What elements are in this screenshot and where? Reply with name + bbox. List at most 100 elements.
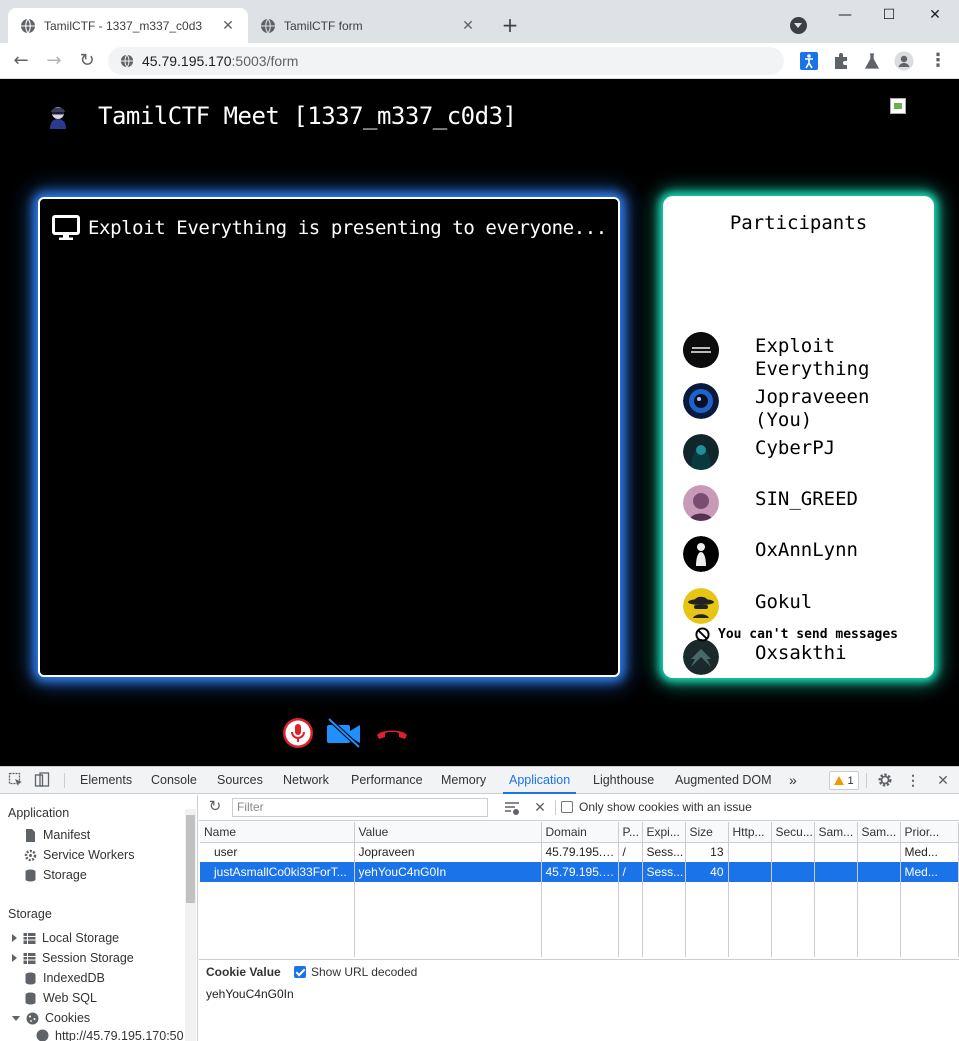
sidebar-item-indexeddb[interactable]: IndexedDB (24, 971, 105, 985)
sidebar-item-local-storage[interactable]: Local Storage (12, 931, 119, 945)
cookie-secure[interactable] (771, 842, 815, 862)
cookie-httponly[interactable] (728, 862, 772, 882)
tab-memory[interactable]: Memory (441, 767, 486, 794)
cookie-value[interactable]: Jopraveen (354, 842, 542, 862)
cookie-sameparty[interactable] (857, 842, 901, 862)
column-header-secure[interactable]: Secu... (771, 822, 815, 843)
clear-filtered-icon[interactable] (504, 800, 520, 816)
table-row[interactable]: user Jopraveen 45.79.195.1... / Sess... … (200, 842, 959, 862)
more-tabs-icon[interactable]: » (789, 767, 797, 794)
hang-up-icon[interactable] (374, 717, 410, 749)
column-header-name[interactable]: Name (200, 822, 355, 843)
expand-arrow-icon[interactable] (12, 954, 17, 962)
back-icon[interactable]: ← (9, 49, 33, 73)
cookie-value[interactable]: yehYouC4nG0In (354, 862, 542, 882)
show-url-decoded-toggle[interactable]: Show URL decoded (294, 965, 417, 979)
address-bar[interactable]: 45.79.195.170:5003/form (108, 47, 784, 75)
device-toolbar-icon[interactable] (34, 772, 50, 788)
clear-all-icon[interactable]: ✕ (532, 799, 548, 815)
microphone-icon[interactable] (282, 717, 314, 749)
browser-tab-inactive[interactable]: TamilCTF form ✕ (248, 8, 488, 43)
database-icon (25, 869, 36, 881)
column-header-samesite[interactable]: Sam... (814, 822, 858, 843)
accessibility-icon[interactable] (799, 51, 819, 71)
participant-name: Gokul (755, 591, 813, 613)
sidebar-item-storage[interactable]: Storage (24, 868, 87, 882)
inspect-element-icon[interactable] (8, 772, 24, 788)
cookie-secure[interactable] (771, 862, 815, 882)
cookie-domain[interactable]: 45.79.195.1... (541, 842, 619, 862)
site-info-icon[interactable] (120, 54, 134, 68)
tab-performance[interactable]: Performance (351, 767, 423, 794)
window-close-icon[interactable]: ✕ (920, 4, 950, 26)
tab-search-icon[interactable] (790, 17, 807, 34)
tab-lighthouse[interactable]: Lighthouse (593, 767, 654, 794)
column-header-domain[interactable]: Domain (541, 822, 619, 843)
cookie-expires[interactable]: Sess... (642, 862, 686, 882)
cookie-httponly[interactable] (728, 842, 772, 862)
column-header-httponly[interactable]: Http... (728, 822, 772, 843)
cookie-priority[interactable]: Med... (900, 862, 959, 882)
sidebar-scrollbar[interactable] (185, 809, 196, 1041)
settings-gear-icon[interactable] (877, 772, 893, 788)
profile-avatar-icon[interactable] (894, 51, 914, 71)
tab-application[interactable]: Application (503, 767, 577, 794)
maximize-icon[interactable]: ☐ (874, 4, 904, 26)
column-header-size[interactable]: Size (685, 822, 729, 843)
only-issues-filter[interactable]: Only show cookies with an issue (561, 800, 752, 814)
cookie-name[interactable]: justAsmallCo0ki33ForT... (200, 862, 355, 882)
cookie-size[interactable]: 13 (685, 842, 729, 862)
devtools-menu-icon[interactable]: ⋮ (905, 772, 921, 788)
column-header-priority[interactable]: Prior... (900, 822, 959, 843)
refresh-icon[interactable]: ↻ (207, 799, 223, 815)
column-header-expires[interactable]: Expi... (642, 822, 686, 843)
cookie-domain[interactable]: 45.79.195.1... (541, 862, 619, 882)
sidebar-item-cookie-origin[interactable]: http://45.79.195.170:500 (36, 1029, 184, 1041)
collapse-arrow-icon[interactable] (12, 1015, 20, 1021)
application-sidebar: Application Manifest Service Workers Sto… (0, 795, 198, 1041)
only-issues-checkbox[interactable] (561, 801, 573, 813)
new-tab-button[interactable]: + (498, 14, 522, 38)
browser-tab-active[interactable]: TamilCTF - 1337_m337_c0d3 ✕ (8, 8, 248, 43)
menu-icon[interactable]: ⋮ (926, 49, 950, 73)
sidebar-item-manifest[interactable]: Manifest (24, 828, 90, 842)
close-icon[interactable]: ✕ (460, 17, 476, 34)
forward-icon[interactable]: → (42, 49, 66, 73)
cookie-samesite[interactable] (814, 842, 858, 862)
extensions-icon[interactable] (831, 51, 851, 71)
tab-network[interactable]: Network (283, 767, 329, 794)
expand-arrow-icon[interactable] (12, 934, 17, 942)
cookie-sameparty[interactable] (857, 862, 901, 882)
column-header-sameparty[interactable]: Sam... (857, 822, 901, 843)
cookie-path[interactable]: / (618, 862, 643, 882)
tab-console[interactable]: Console (151, 767, 197, 794)
cookie-value-text[interactable]: yehYouC4nG0In (206, 987, 294, 1001)
sidebar-item-session-storage[interactable]: Session Storage (12, 951, 134, 965)
close-devtools-icon[interactable]: ✕ (935, 772, 951, 788)
sidebar-item-cookies[interactable]: Cookies (12, 1011, 90, 1025)
sidebar-item-service-workers[interactable]: Service Workers (24, 848, 134, 862)
show-url-decoded-checkbox[interactable] (294, 966, 306, 978)
cookie-priority[interactable]: Med... (900, 842, 959, 862)
camera-off-icon[interactable] (326, 717, 362, 749)
minimize-icon[interactable]: — (830, 4, 860, 26)
filter-input[interactable]: Filter (232, 798, 488, 817)
cookie-size[interactable]: 40 (685, 862, 729, 882)
close-icon[interactable]: ✕ (220, 17, 236, 34)
column-header-value[interactable]: Value (354, 822, 542, 843)
database-icon (25, 972, 36, 984)
tab-augmented-dom[interactable]: Augmented DOM (675, 767, 772, 794)
labs-icon[interactable] (862, 51, 882, 71)
column-header-path[interactable]: P... (618, 822, 643, 843)
reload-icon[interactable]: ↻ (75, 49, 99, 73)
scrollbar-thumb[interactable] (186, 815, 195, 903)
tab-sources[interactable]: Sources (217, 767, 263, 794)
sidebar-item-web-sql[interactable]: Web SQL (24, 991, 97, 1005)
cookie-name[interactable]: user (200, 842, 355, 862)
cookie-path[interactable]: / (618, 842, 643, 862)
table-row-selected[interactable]: justAsmallCo0ki33ForT... yehYouC4nG0In 4… (200, 862, 959, 882)
tab-elements[interactable]: Elements (80, 767, 132, 794)
cookie-samesite[interactable] (814, 862, 858, 882)
cookie-expires[interactable]: Sess... (642, 842, 686, 862)
warnings-badge[interactable]: 1 (829, 771, 859, 790)
